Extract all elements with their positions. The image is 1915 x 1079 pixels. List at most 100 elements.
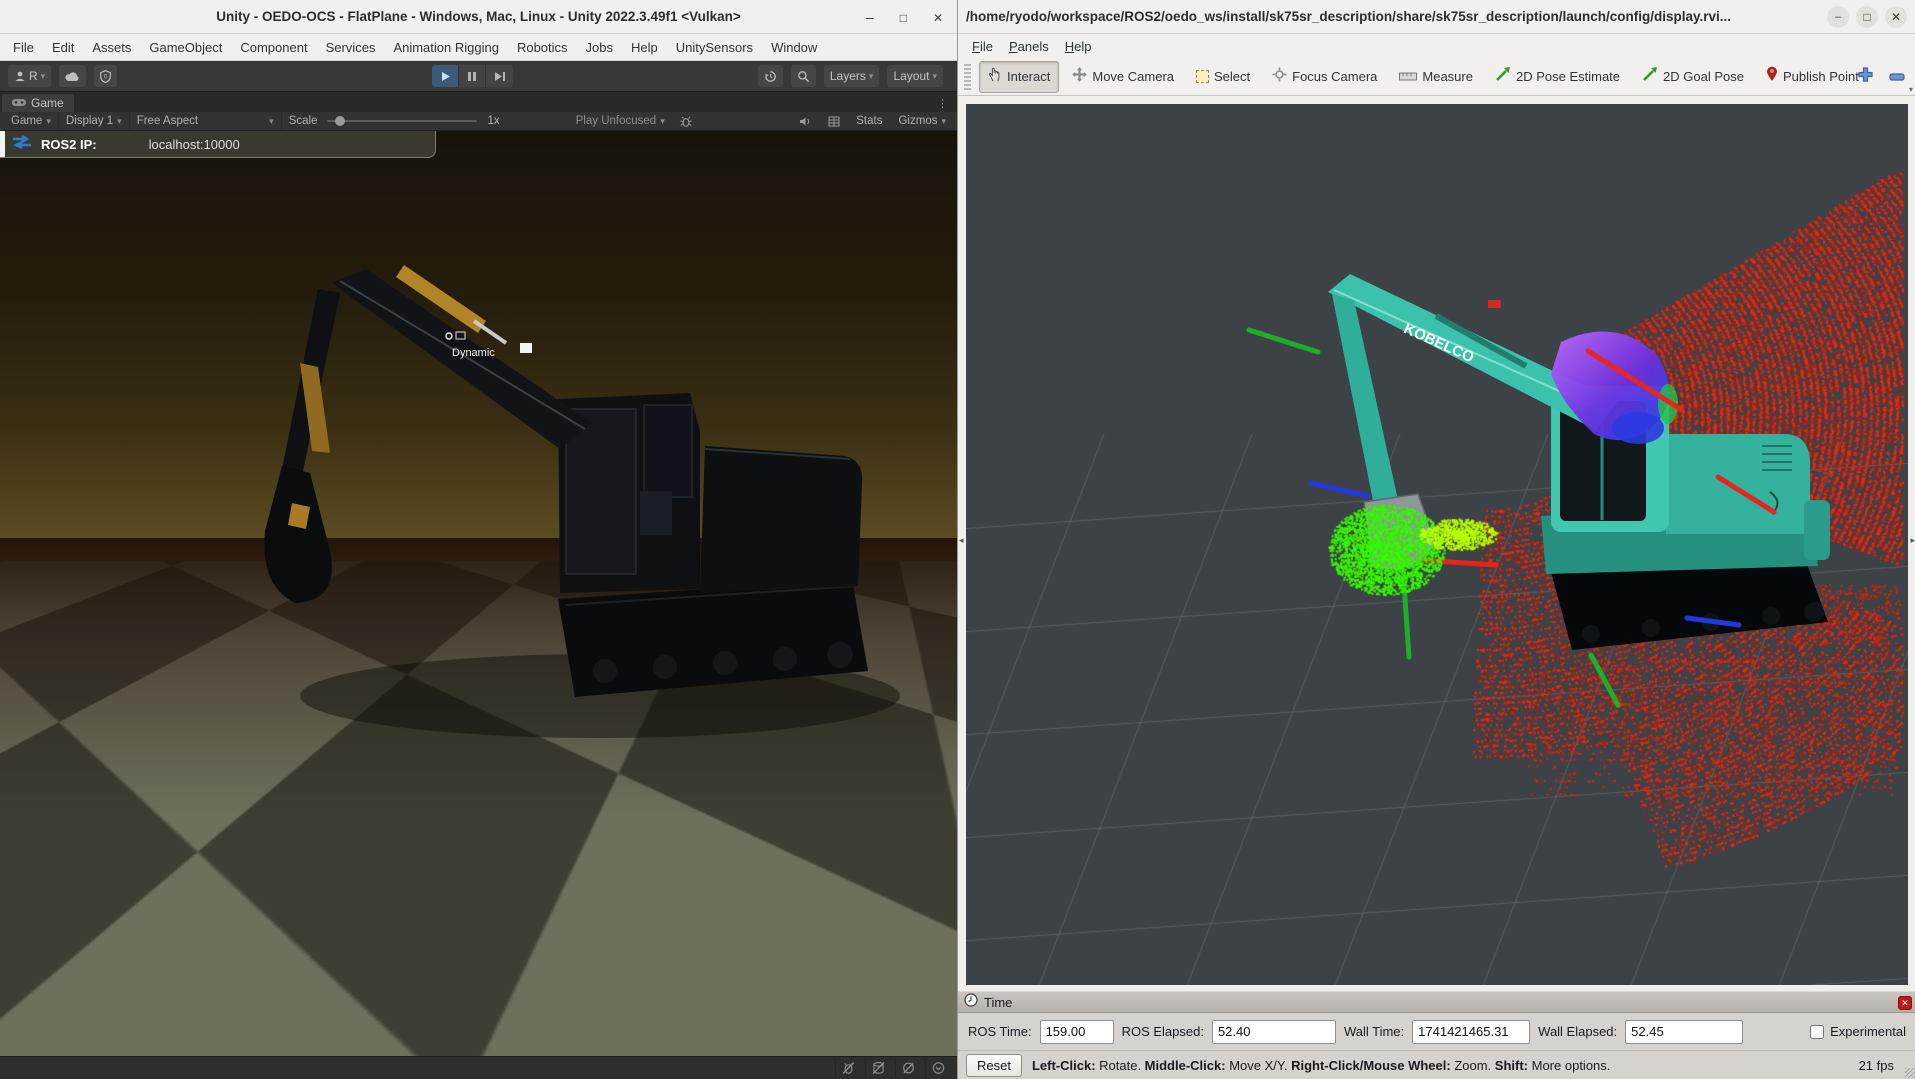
mute-audio-button[interactable]: [792, 112, 819, 130]
rviz-main-area: ◂ ▸: [958, 96, 1915, 991]
play-button[interactable]: [432, 65, 459, 87]
wall-elapsed-label: Wall Elapsed:: [1538, 1024, 1617, 1039]
experimental-label: Experimental: [1830, 1024, 1906, 1039]
tool-focus-camera[interactable]: Focus Camera: [1263, 61, 1386, 93]
remove-tool-button[interactable]: [1889, 68, 1905, 86]
minimize-button[interactable]: [1827, 6, 1849, 28]
stats-button[interactable]: Stats: [849, 112, 889, 130]
rviz-window-title: /home/ryodo/workspace/ROS2/oedo_ws/insta…: [966, 9, 1731, 24]
rviz-toolbar: Interact Move Camera Select Focus Camera…: [958, 58, 1915, 96]
toolbar-drag-handle[interactable]: [964, 64, 971, 90]
menu-file[interactable]: File: [964, 39, 1001, 54]
menu-services[interactable]: Services: [317, 34, 385, 60]
resize-grip[interactable]: [1905, 1068, 1915, 1078]
tool-move-camera[interactable]: Move Camera: [1063, 61, 1183, 93]
rviz-3d-viewport[interactable]: KOBELCO: [966, 104, 1908, 985]
menu-help[interactable]: Help: [1057, 39, 1100, 54]
wall-time-input[interactable]: [1412, 1020, 1530, 1044]
menu-robotics[interactable]: Robotics: [508, 34, 577, 60]
unity-game-viewport[interactable]: Dynamic ROS2 IP: localhost:10000: [0, 131, 957, 1056]
tool-2d-pose-estimate[interactable]: 2D Pose Estimate: [1486, 60, 1629, 93]
time-panel-header[interactable]: Time ✕: [958, 991, 1915, 1013]
minimize-button[interactable]: [866, 10, 874, 24]
menu-gameobject[interactable]: GameObject: [140, 34, 231, 60]
menu-component[interactable]: Component: [231, 34, 316, 60]
collab-shield-button[interactable]: 0: [94, 65, 117, 87]
unity-menubar: File Edit Assets GameObject Component Se…: [0, 34, 957, 61]
time-panel: Time ✕ ROS Time: ROS Elapsed: Wall Time:…: [958, 991, 1915, 1050]
tool-publish-point[interactable]: Publish Point: [1757, 60, 1868, 93]
maximize-button[interactable]: [1856, 6, 1878, 28]
tool-2d-goal-pose[interactable]: 2D Goal Pose: [1633, 60, 1753, 93]
bug-icon: [679, 115, 693, 128]
menu-panels[interactable]: Panels: [1001, 39, 1057, 54]
rviz-window: /home/ryodo/workspace/ROS2/oedo_ws/insta…: [957, 0, 1915, 1079]
vsync-monitor-button[interactable]: [821, 112, 847, 130]
console-expand-icon[interactable]: [925, 1059, 951, 1078]
scale-slider[interactable]: [327, 120, 477, 122]
experimental-checkbox[interactable]: [1810, 1025, 1824, 1039]
undo-history-button[interactable]: [758, 65, 783, 87]
menu-jobs[interactable]: Jobs: [577, 34, 622, 60]
menu-file[interactable]: File: [4, 34, 43, 60]
layout-dropdown[interactable]: Layout ▾: [887, 65, 943, 87]
green-arrow-icon: [1642, 66, 1658, 87]
game-view-menu[interactable]: Game▾: [4, 112, 59, 130]
close-panel-icon[interactable]: ✕: [1898, 996, 1912, 1010]
play-icon: [440, 71, 451, 82]
account-initial: R: [29, 69, 38, 83]
ros-time-input[interactable]: [1040, 1020, 1114, 1044]
aspect-dropdown[interactable]: Free Aspect▾: [130, 112, 282, 130]
monitor-grid-icon: [828, 116, 840, 127]
ros-elapsed-label: ROS Elapsed:: [1122, 1024, 1204, 1039]
menu-help[interactable]: Help: [622, 34, 667, 60]
ros2-ip-overlay: ROS2 IP: localhost:10000: [0, 131, 436, 158]
display-dropdown[interactable]: Display 1▾: [59, 112, 130, 130]
step-button[interactable]: [486, 65, 513, 87]
scale-slider-knob[interactable]: [335, 116, 345, 126]
gizmos-dropdown[interactable]: Gizmos▾: [891, 112, 953, 130]
menu-unitysensors[interactable]: UnitySensors: [667, 34, 762, 60]
swap-arrows-icon: [11, 135, 33, 154]
focus-mode-dropdown[interactable]: Play Unfocused▾: [569, 112, 672, 130]
menu-window[interactable]: Window: [762, 34, 826, 60]
clock-icon: [964, 993, 978, 1012]
collab-disabled-icon[interactable]: [895, 1059, 921, 1078]
ros-elapsed-input[interactable]: [1212, 1020, 1336, 1044]
menu-animation-rigging[interactable]: Animation Rigging: [384, 34, 508, 60]
green-arrow-icon: [1495, 66, 1511, 87]
wall-elapsed-input[interactable]: [1625, 1020, 1743, 1044]
unity-titlebar[interactable]: Unity - OEDO-OCS - FlatPlane - Windows, …: [0, 0, 957, 34]
add-tool-button[interactable]: [1858, 67, 1873, 87]
menu-edit[interactable]: Edit: [43, 34, 83, 60]
cloud-icon: [65, 71, 80, 82]
reset-button[interactable]: Reset: [966, 1054, 1022, 1077]
left-panel-collapse-icon[interactable]: ◂: [959, 535, 964, 546]
cache-server-disabled-icon[interactable]: [865, 1059, 891, 1078]
ros2-ip-value[interactable]: localhost:10000: [149, 137, 240, 152]
screen: Unity - OEDO-OCS - FlatPlane - Windows, …: [0, 0, 1915, 1079]
tab-game[interactable]: Game: [2, 94, 74, 112]
cloud-button[interactable]: [59, 65, 86, 87]
search-button[interactable]: [791, 65, 816, 87]
maximize-button[interactable]: [900, 10, 907, 24]
tool-measure[interactable]: Measure: [1390, 62, 1482, 92]
close-button[interactable]: [933, 10, 943, 24]
select-box-icon: [1196, 70, 1209, 83]
scale-value: 1x: [487, 115, 499, 127]
menu-assets[interactable]: Assets: [83, 34, 140, 60]
debug-bug-button[interactable]: [672, 112, 700, 130]
toolbar-overflow-icon[interactable]: ▾: [1909, 85, 1913, 94]
tool-interact[interactable]: Interact: [979, 61, 1059, 93]
tab-options-icon[interactable]: ⋮: [937, 97, 949, 110]
pause-button[interactable]: [459, 65, 486, 87]
close-button[interactable]: [1885, 6, 1907, 28]
right-panel-collapse-icon[interactable]: ▸: [1910, 535, 1915, 546]
unity-window-title: Unity - OEDO-OCS - FlatPlane - Windows, …: [216, 9, 741, 24]
rviz-titlebar[interactable]: /home/ryodo/workspace/ROS2/oedo_ws/insta…: [958, 0, 1915, 34]
tool-select[interactable]: Select: [1187, 63, 1259, 90]
debugger-disabled-icon[interactable]: [835, 1059, 861, 1078]
wall-time-label: Wall Time:: [1344, 1024, 1404, 1039]
account-button[interactable]: R ▾: [8, 65, 51, 87]
layers-dropdown[interactable]: Layers ▾: [824, 65, 880, 87]
